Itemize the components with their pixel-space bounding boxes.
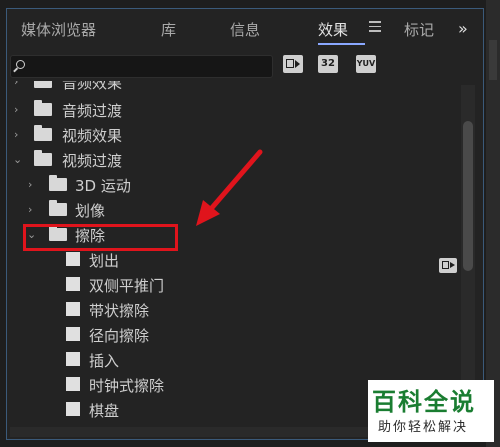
watermark-logo: 百科全说 助你轻松解决 xyxy=(368,380,494,442)
watermark-title: 百科全说 xyxy=(372,388,476,416)
watermark-subtitle: 助你轻松解决 xyxy=(378,420,469,435)
